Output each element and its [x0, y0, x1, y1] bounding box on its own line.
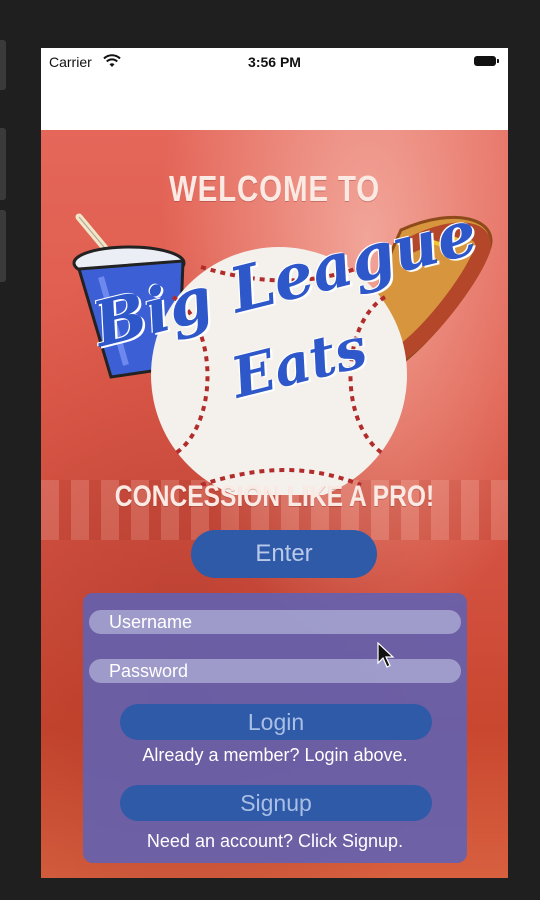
device-frame: Carrier 3:56 PM WELCOME TO Big League Ea…	[0, 0, 540, 900]
tagline: CONCESSION LIKE A PRO!	[114, 480, 435, 513]
volume-up-button	[0, 128, 6, 200]
username-field[interactable]: Username	[89, 610, 461, 634]
mute-switch	[0, 40, 6, 90]
cursor-icon	[377, 642, 395, 668]
battery-icon	[474, 56, 499, 66]
welcome-hero: WELCOME TO Big League Eats CONCESSION LI…	[41, 130, 508, 878]
app-screen: Carrier 3:56 PM WELCOME TO Big League Ea…	[41, 48, 508, 878]
navigation-bar	[41, 76, 508, 130]
signup-hint: Need an account? Click Signup.	[146, 831, 404, 851]
login-button[interactable]: Login	[120, 704, 432, 740]
clock: 3:56 PM	[248, 54, 301, 70]
status-bar: Carrier 3:56 PM	[41, 48, 508, 76]
enter-button[interactable]: Enter	[191, 530, 377, 578]
auth-panel: Username Password Login Already a member…	[83, 593, 467, 863]
volume-down-button	[0, 210, 6, 282]
password-field[interactable]: Password	[89, 659, 461, 683]
signup-button[interactable]: Signup	[120, 785, 432, 821]
login-hint: Already a member? Login above.	[142, 745, 408, 765]
welcome-heading: WELCOME TO	[168, 168, 380, 209]
